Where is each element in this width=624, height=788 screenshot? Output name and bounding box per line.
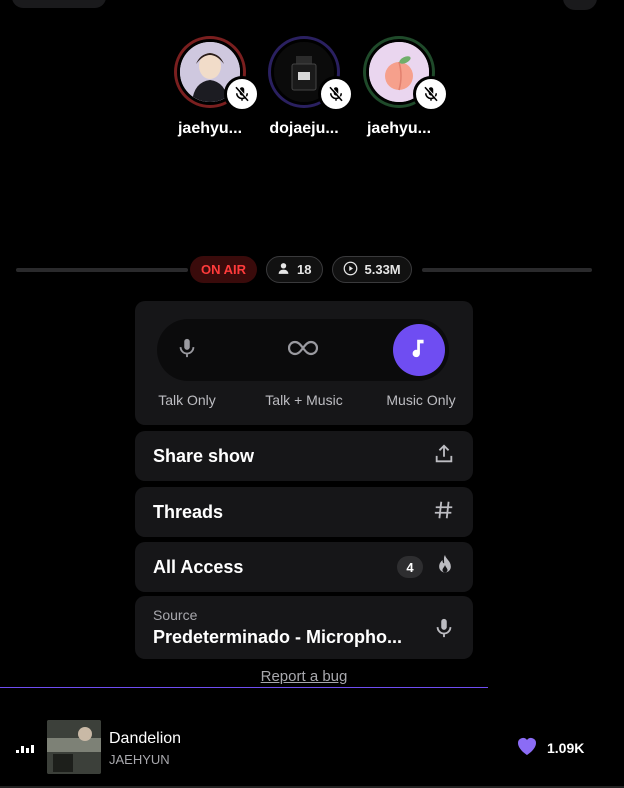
speakers-row: jaehyu... dojaeju... jaehyu... (0, 36, 624, 146)
all-access-button[interactable]: All Access 4 (135, 542, 473, 592)
avatar-ring (363, 36, 449, 112)
talk-only-label: Talk Only (158, 392, 216, 408)
speaker-name: jaehyu... (177, 120, 243, 137)
talk-music-button[interactable] (277, 324, 329, 376)
upload-icon (433, 443, 455, 470)
plays-value: 5.33M (364, 262, 401, 277)
all-access-count: 4 (397, 556, 423, 578)
divider (16, 268, 188, 272)
track-artist[interactable]: JAEHYUN (109, 752, 170, 767)
threads-label: Threads (153, 501, 224, 522)
top-left-pill[interactable] (12, 0, 106, 8)
album-cover[interactable] (47, 720, 101, 774)
muted-mic-icon (413, 76, 449, 112)
now-playing-bar: Dandelion JAEHYUN 1.09K (0, 712, 624, 782)
divider (422, 268, 592, 272)
listeners-count: 18 (266, 256, 323, 283)
mode-track (157, 319, 449, 381)
equalizer-icon (16, 745, 34, 753)
report-bug-link[interactable]: Report a bug (0, 668, 608, 685)
playback-progress (0, 687, 488, 688)
threads-button[interactable]: Threads (135, 487, 473, 537)
heart-icon (515, 734, 539, 761)
plays-count: 5.33M (331, 256, 412, 283)
mode-selector-panel: Talk Only Talk + Music Music Only (135, 301, 473, 425)
speaker-name: dojaeju... (269, 120, 339, 137)
speaker-2[interactable]: dojaeju... (249, 36, 359, 138)
play-circle-icon (343, 261, 358, 279)
infinity-icon (287, 339, 319, 362)
talk-music-label: Talk + Music (265, 392, 343, 408)
avatar-ring (268, 36, 354, 112)
top-right-button[interactable] (563, 0, 597, 10)
microphone-icon (176, 337, 198, 364)
all-access-label: All Access (153, 556, 244, 577)
microphone-icon (433, 616, 455, 645)
like-count: 1.09K (547, 739, 585, 756)
talk-only-button[interactable] (161, 324, 213, 376)
flame-icon (435, 554, 455, 581)
like-button[interactable]: 1.09K (515, 734, 584, 761)
source-value: Predeterminado - Micropho... (153, 627, 403, 647)
speaker-3[interactable]: jaehyu... (344, 36, 454, 138)
track-title[interactable]: Dandelion (109, 730, 181, 748)
speaker-name: jaehyu... (366, 120, 432, 137)
music-only-button[interactable] (393, 324, 445, 376)
music-only-label: Music Only (386, 392, 456, 408)
hashtag-icon (433, 499, 455, 526)
user-icon (277, 262, 290, 278)
on-air-badge: ON AIR (190, 256, 258, 283)
listeners-value: 18 (297, 262, 312, 277)
share-show-label: Share show (153, 445, 255, 466)
source-label: Source (153, 607, 198, 623)
music-note-icon (409, 337, 429, 364)
share-show-button[interactable]: Share show (135, 431, 473, 481)
status-row: ON AIR 18 5.33M (190, 256, 412, 283)
avatar-ring (174, 36, 260, 112)
source-selector[interactable]: Source Predeterminado - Micropho... (135, 596, 473, 659)
